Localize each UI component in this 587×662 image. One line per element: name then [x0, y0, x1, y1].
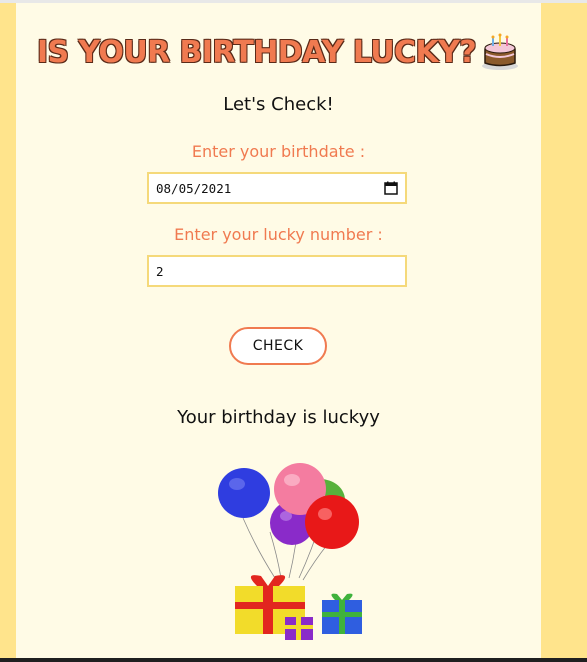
- page-header: IS YOUR BIRTHDAY LUCKY?: [16, 33, 541, 71]
- lucky-number-input[interactable]: 2: [147, 255, 407, 287]
- form-subtitle: Let's Check!: [223, 94, 334, 115]
- app-card: IS YOUR BIRTHDAY LUCKY? Let's Check! Ent…: [16, 3, 541, 658]
- window-bottom-border: [0, 658, 587, 662]
- check-button[interactable]: CHECK: [229, 327, 327, 365]
- lucky-number-label: Enter your lucky number :: [174, 225, 383, 244]
- balloons-gifts-image: [218, 463, 362, 640]
- calendar-icon[interactable]: [384, 181, 398, 195]
- birthday-cake-icon: [482, 33, 519, 70]
- birthdate-label: Enter your birthdate :: [191, 142, 366, 161]
- birthdate-input[interactable]: 08/05/2021: [147, 172, 407, 204]
- result-message: Your birthday is luckyy: [177, 407, 380, 428]
- birthdate-value: 08/05/2021: [156, 180, 232, 196]
- page-title: IS YOUR BIRTHDAY LUCKY?: [36, 34, 477, 70]
- lucky-number-value: 2: [156, 263, 164, 279]
